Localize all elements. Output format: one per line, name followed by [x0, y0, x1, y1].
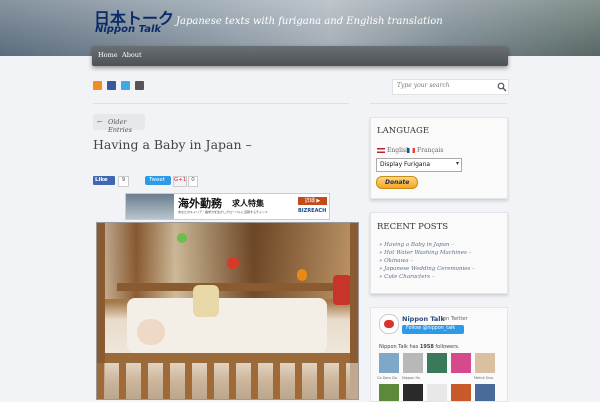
follower-avatar[interactable] [451, 384, 471, 401]
follower-avatar[interactable] [403, 384, 423, 401]
post-photo-baby-in-crib [96, 222, 359, 400]
search-input[interactable]: Type your search [397, 82, 450, 89]
recent-post-link[interactable]: » Japanese Wedding Ceremonies – [379, 266, 475, 272]
follower-avatar[interactable] [475, 353, 495, 373]
older-entries-label: Older Entries [108, 118, 132, 134]
ad-brand: BIZREACH [298, 208, 327, 214]
twitter-avatar[interactable] [379, 314, 399, 334]
hanging-toy [177, 233, 187, 243]
google-plus-count: 0 [188, 176, 198, 187]
follower-name[interactable]: Mehdi Siva [474, 376, 493, 380]
facebook-icon[interactable] [107, 81, 116, 90]
flickr-icon[interactable] [135, 81, 144, 90]
nav-home[interactable]: Home [98, 51, 118, 59]
donate-button[interactable]: Donate [376, 176, 418, 189]
hanging-toy [297, 269, 307, 281]
followers-count: 1958 [419, 344, 434, 350]
donate-label: Donate [385, 179, 410, 186]
follower-avatar[interactable] [427, 353, 447, 373]
ad-copy: あなたのキャリア・語学力を生かしグローバルに活躍するチャンス [178, 210, 268, 214]
twitter-follow-button[interactable]: Follow @nippon_talk [402, 325, 464, 334]
post-title[interactable]: Having a Baby in Japan – [93, 137, 252, 152]
ad-details-button[interactable]: 詳細 ▶ [298, 197, 327, 205]
twitter-icon[interactable] [121, 81, 130, 90]
ad-headline: 海外勤務 [178, 197, 222, 210]
us-flag-icon [377, 148, 385, 153]
twitter-on-label: on Twitter [443, 316, 468, 322]
toy-figure [193, 285, 219, 317]
crib-rail [97, 353, 358, 363]
followers-suffix: followers. [435, 344, 460, 350]
language-widget: LANGUAGE English Français Display Furiga… [370, 117, 508, 199]
recent-post-label: Having a Baby in Japan – [384, 242, 454, 248]
crib-bars [97, 363, 358, 399]
followers-prefix: Nippon Talk has [379, 344, 419, 350]
recent-posts-widget: RECENT POSTS » Having a Baby in Japan – … [370, 212, 508, 294]
like-count: 9 [118, 176, 129, 187]
twitter-account-name[interactable]: Nippon Talk [402, 315, 445, 323]
ad-photo [126, 194, 174, 219]
google-plus-button[interactable]: G+1 [173, 176, 187, 187]
crib-rail [117, 283, 347, 291]
recent-post-label: Cute Characters – [384, 274, 435, 280]
tweet-button[interactable]: Tweet [145, 176, 171, 185]
follower-avatar[interactable] [379, 384, 399, 401]
follower-avatar[interactable] [475, 384, 495, 401]
main-navigation: Home About [92, 46, 508, 66]
sidebar-divider [370, 103, 507, 104]
follow-label: Follow @nippon_talk [406, 326, 456, 331]
follower-avatar[interactable] [427, 384, 447, 401]
rss-icon[interactable] [93, 81, 102, 90]
language-title: LANGUAGE [377, 126, 430, 136]
avatar-face [384, 320, 394, 328]
recent-post-label: Hot Water Washing Machines – [384, 250, 472, 256]
recent-posts-title: RECENT POSTS [377, 222, 449, 232]
facebook-like-button[interactable]: Like [93, 176, 115, 185]
search-box[interactable]: Type your search [392, 79, 509, 95]
nav-about[interactable]: About [122, 51, 142, 59]
follower-avatar[interactable] [451, 353, 471, 373]
arrow-left-icon: ← [97, 118, 103, 126]
recent-post-link[interactable]: » Cute Characters – [379, 274, 435, 280]
baby [137, 319, 165, 345]
furigana-select[interactable]: Display Furigana ▾ [376, 158, 462, 172]
hanging-toy [227, 257, 239, 269]
ad-banner[interactable]: 海外勤務 求人特集 あなたのキャリア・語学力を生かしグローバルに活躍するチャンス… [125, 193, 330, 220]
chevron-down-icon: ▾ [455, 160, 459, 167]
fr-flag-icon [407, 148, 415, 153]
tweet-label: Tweet [149, 177, 165, 183]
recent-post-link[interactable]: » Hot Water Washing Machines – [379, 250, 471, 256]
red-toy [333, 275, 351, 305]
search-icon[interactable] [497, 82, 507, 92]
follower-name[interactable]: Ca Dam Do [377, 376, 397, 380]
language-french-link[interactable]: Français [417, 147, 443, 154]
furigana-select-value: Display Furigana [380, 161, 431, 168]
older-entries-button[interactable]: ← Older Entries [93, 114, 145, 134]
site-logo-english[interactable]: Nippon Talk [95, 24, 161, 35]
recent-post-link[interactable]: » Okinawa – [379, 258, 413, 264]
recent-post-link[interactable]: » Having a Baby in Japan – [379, 242, 454, 248]
recent-post-label: Okinawa – [384, 258, 414, 264]
follower-avatar[interactable] [403, 353, 423, 373]
site-tagline: Japanese texts with furigana and English… [176, 16, 443, 27]
twitter-widget: Nippon Talk on Twitter Follow @nippon_ta… [370, 307, 508, 402]
follower-name[interactable]: Nippon Hu [402, 376, 420, 380]
ad-subheadline: 求人特集 [232, 199, 264, 208]
twitter-followers-text: Nippon Talk has 1958 followers. [379, 344, 459, 350]
like-label: Like [95, 177, 108, 183]
recent-post-label: Japanese Wedding Ceremonies – [384, 266, 475, 272]
follower-avatar[interactable] [379, 353, 399, 373]
content-divider [93, 103, 349, 104]
